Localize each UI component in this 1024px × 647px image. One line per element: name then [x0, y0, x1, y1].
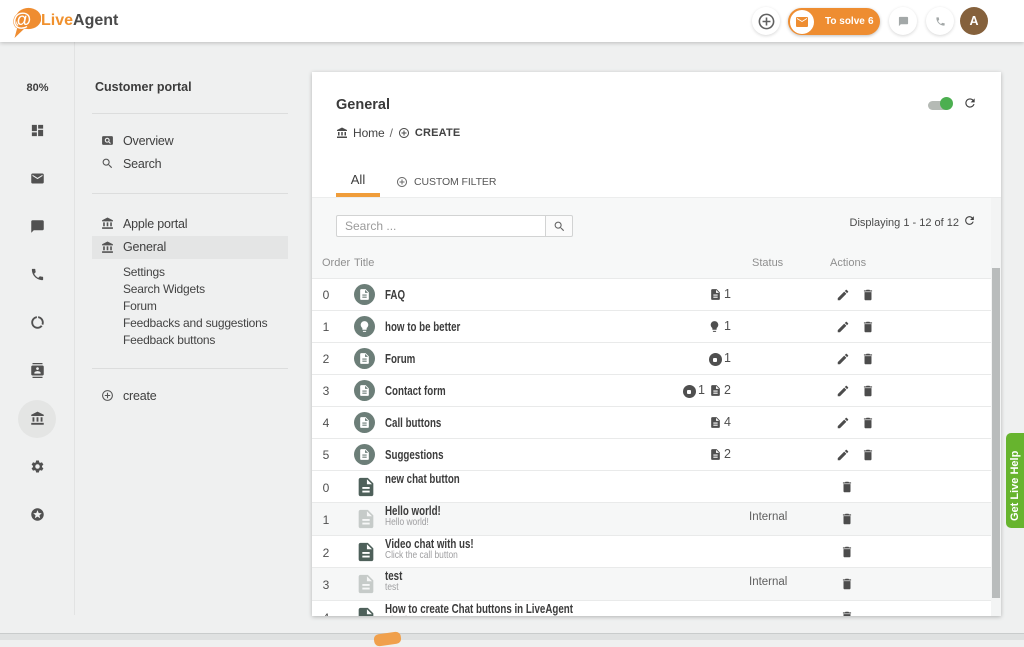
svg-text:@: @ — [13, 10, 32, 31]
